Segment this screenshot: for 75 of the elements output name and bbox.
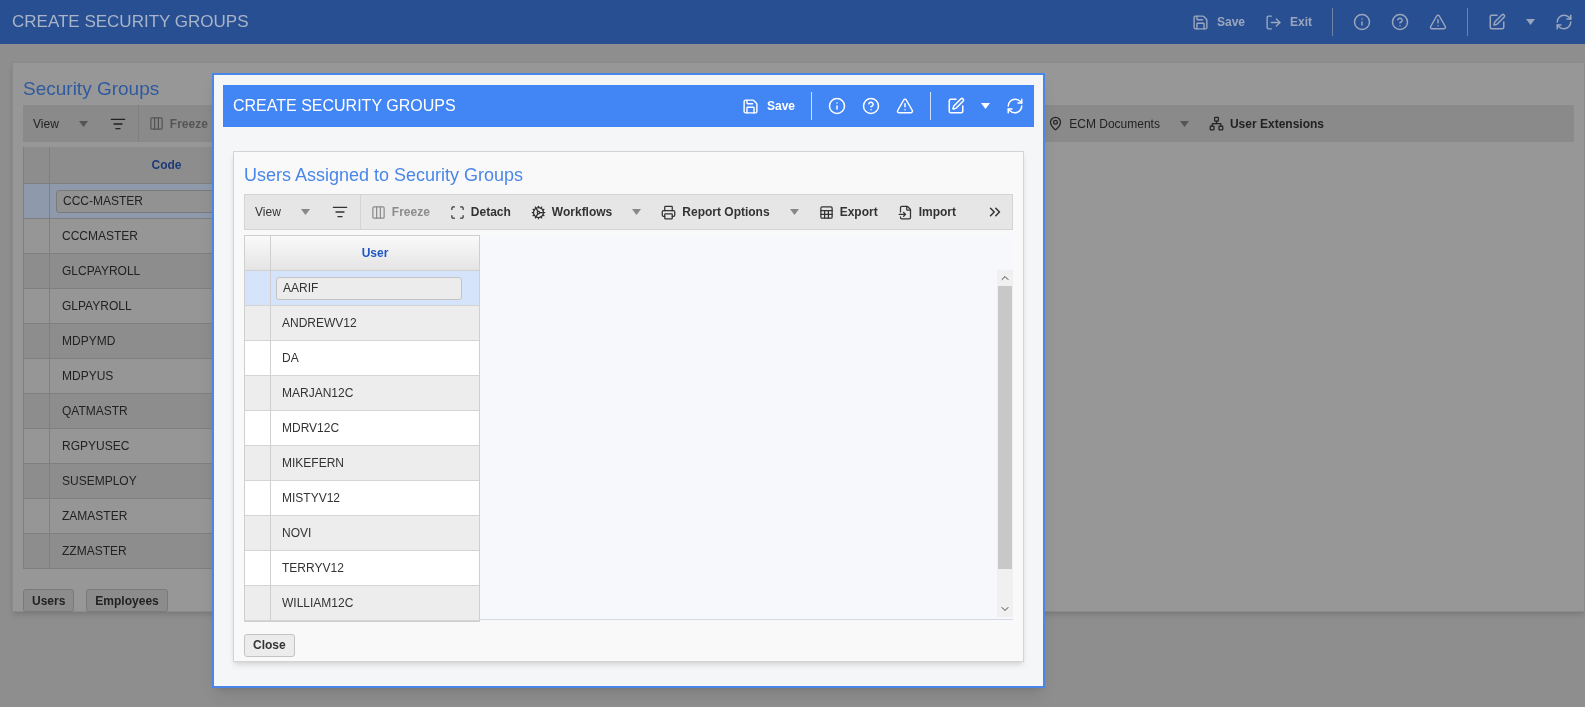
app-bar-button[interactable]: Exit <box>1265 13 1312 31</box>
save-icon <box>1191 13 1209 31</box>
table-cell-text: GLCPAYROLL <box>61 263 142 280</box>
import-icon <box>897 204 913 220</box>
table-row[interactable]: MARJAN12C <box>245 376 479 411</box>
save-icon <box>741 97 759 115</box>
table-cell-text: MDRV12C <box>281 420 341 437</box>
table-cell-text: MISTYV12 <box>281 490 342 507</box>
exit-icon <box>1265 13 1282 31</box>
toolbar-button[interactable]: Workflows <box>551 203 613 221</box>
table-cell-text: GLPAYROLL <box>61 298 133 315</box>
scroll-thumb[interactable] <box>998 286 1012 569</box>
toolbar-button[interactable]: Report Options <box>682 203 770 221</box>
table-cell-text: ZAMASTER <box>61 508 129 525</box>
refresh-icon[interactable] <box>1006 97 1024 115</box>
spreadsheet-icon <box>818 204 834 220</box>
table-cell-text: MIKEFERN <box>281 455 345 472</box>
scrollbar[interactable] <box>997 270 1013 617</box>
toolbar-button[interactable]: View <box>33 114 59 133</box>
dialog-title: CREATE SECURITY GROUPS <box>233 96 456 116</box>
pin-icon <box>1048 116 1064 131</box>
table-row[interactable]: MISTYV12 <box>245 481 479 516</box>
panel-title: Users Assigned to Security Groups <box>244 164 525 187</box>
warning-icon[interactable] <box>1429 13 1447 31</box>
table-row[interactable]: DA <box>245 341 479 376</box>
caret-icon[interactable] <box>1179 120 1189 127</box>
table-cell-text: MDPYUS <box>61 368 115 385</box>
toolbar-button[interactable]: User Extensions <box>1229 114 1324 133</box>
hierarchy-icon <box>1208 116 1224 131</box>
panel-button[interactable]: Employees <box>86 589 168 612</box>
table-cell-text: ZZMASTER <box>61 543 128 560</box>
table-cell-text: NOVI <box>281 525 313 542</box>
columns-icon <box>148 116 164 131</box>
table-cell-text: CCCMASTER <box>61 228 139 245</box>
table-cell-text: MARJAN12C <box>281 385 355 402</box>
caret-icon[interactable] <box>1526 19 1535 25</box>
toolbar-button[interactable]: Import <box>918 203 956 221</box>
table-cell-text: SUSEMPLOY <box>61 473 138 490</box>
table-row[interactable]: MDRV12C <box>245 411 479 446</box>
table-cell-text: DA <box>281 350 300 367</box>
refresh-icon[interactable] <box>1555 13 1573 31</box>
save-button[interactable]: Save <box>741 97 795 115</box>
table-cell-text: QATMASTR <box>61 403 129 420</box>
gear-icon <box>530 204 546 220</box>
app-bar-button[interactable]: Save <box>1191 13 1245 31</box>
table-cell-text: TERRYV12 <box>281 560 345 577</box>
caret-icon[interactable] <box>78 120 88 127</box>
user-input[interactable]: AARIF <box>276 276 462 300</box>
caret-icon[interactable] <box>300 209 310 215</box>
caret-icon[interactable] <box>632 209 642 215</box>
table-row[interactable]: AARIF <box>245 271 479 306</box>
toolbar-button[interactable]: Detach <box>470 203 511 221</box>
columns-icon <box>370 204 386 220</box>
table-cell-text: WILLIAM12C <box>281 595 355 612</box>
table-row[interactable]: WILLIAM12C <box>245 586 479 621</box>
printer-icon <box>661 204 677 220</box>
table-cell-text: RGPYUSEC <box>61 438 131 455</box>
table-row[interactable]: ANDREWV12 <box>245 306 479 341</box>
frame-icon <box>449 204 465 220</box>
table-row[interactable]: TERRYV12 <box>245 551 479 586</box>
app-title: CREATE SECURITY GROUPS <box>12 11 249 34</box>
filter-icon[interactable] <box>331 204 348 220</box>
table-cell-text: ANDREWV12 <box>281 315 358 332</box>
table-row[interactable]: MIKEFERN <box>245 446 479 481</box>
caret-icon[interactable] <box>789 209 799 215</box>
close-button[interactable]: Close <box>244 633 295 657</box>
info-icon[interactable] <box>1353 13 1371 31</box>
toolbar-button[interactable]: Export <box>839 203 878 221</box>
help-icon[interactable] <box>1391 13 1409 31</box>
panel-button[interactable]: Users <box>23 589 75 612</box>
table-cell-text: MDPYMD <box>61 333 117 350</box>
edit-icon[interactable] <box>1488 13 1506 31</box>
caret-icon[interactable] <box>981 103 990 109</box>
toolbar-button[interactable]: ECM Documents <box>1069 114 1160 133</box>
table-row[interactable]: NOVI <box>245 516 479 551</box>
